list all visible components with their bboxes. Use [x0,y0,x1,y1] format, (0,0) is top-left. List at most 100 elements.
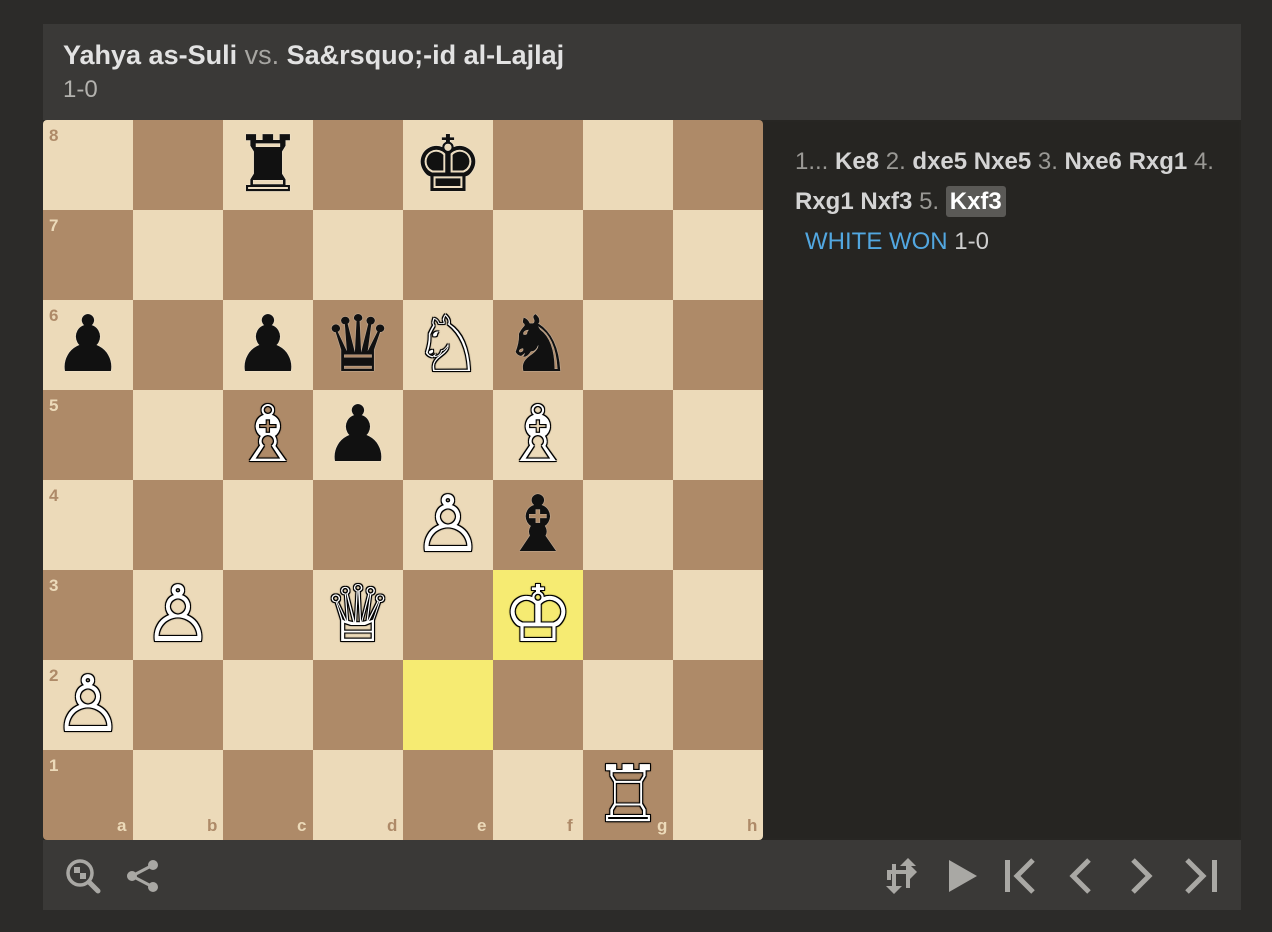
last-move-button[interactable] [1181,856,1221,896]
game-header: Yahya as-Suli vs. Sa&rsquo;-id al-Lajlaj… [43,24,1241,120]
white-knight-e6[interactable]: ♘ [403,300,493,390]
black-queen-d6[interactable]: ♛ [313,300,403,390]
skip-start-icon [1005,858,1035,894]
previous-move-button[interactable] [1061,856,1101,896]
square-g4[interactable] [583,480,673,570]
play-icon [949,860,977,892]
square-f2[interactable] [493,660,583,750]
move-number: 2. [885,148,913,175]
square-e2[interactable] [403,660,493,750]
move-list-panel: 1... Ke8 2. dxe5 Nxe5 3. Nxe6 Rxg1 4. Rx… [765,122,1239,838]
square-d2[interactable] [313,660,403,750]
square-g7[interactable] [583,210,673,300]
game-outcome: WHITE WON 1-0 [795,222,1215,262]
square-h5[interactable] [673,390,763,480]
white-king-f3[interactable]: ♔ [493,570,583,660]
white-bishop-f5[interactable]: ♗ [493,390,583,480]
square-e7[interactable] [403,210,493,300]
square-c1[interactable] [223,750,313,840]
square-g6[interactable] [583,300,673,390]
chevron-left-icon [1069,858,1091,894]
move[interactable]: Nxf3 [860,188,912,215]
square-d8[interactable] [313,120,403,210]
square-b8[interactable] [133,120,223,210]
black-rook-c8[interactable]: ♜ [223,120,313,210]
square-g8[interactable] [583,120,673,210]
white-rook-g1[interactable]: ♖ [583,750,673,840]
square-e1[interactable] [403,750,493,840]
move[interactable]: Nxe6 [1065,148,1122,175]
square-g3[interactable] [583,570,673,660]
move[interactable]: Rxg1 [795,188,854,215]
flip-board-button[interactable] [881,856,921,896]
square-c7[interactable] [223,210,313,300]
square-f7[interactable] [493,210,583,300]
share-button[interactable] [123,856,163,896]
square-d4[interactable] [313,480,403,570]
white-pawn-b3[interactable]: ♙ [133,570,223,660]
move[interactable]: Rxg1 [1129,148,1188,175]
black-bishop-f4[interactable]: ♝ [493,480,583,570]
square-f1[interactable] [493,750,583,840]
chevron-right-icon [1131,858,1153,894]
square-c4[interactable] [223,480,313,570]
move[interactable]: dxe5 [912,148,967,175]
square-e3[interactable] [403,570,493,660]
game-result: 1-0 [63,76,98,103]
next-move-button[interactable] [1121,856,1161,896]
square-d1[interactable] [313,750,403,840]
square-b2[interactable] [133,660,223,750]
square-g5[interactable] [583,390,673,480]
square-f8[interactable] [493,120,583,210]
white-player-name: Yahya as-Suli [63,40,238,70]
move[interactable]: Nxe5 [974,148,1031,175]
move-number: 4. [1193,148,1214,175]
square-b1[interactable] [133,750,223,840]
black-king-e8[interactable]: ♚ [403,120,493,210]
chess-board[interactable]: 8 7 6 5 4 3 2 1 a b c d e f g h ♜ ♚ ♟ ♟ ♛ ♘ ♞ ♗ ♟ ♗ ♙ ♝ ♙ ♕ ♔ ♙ ♖ [43,120,763,840]
square-a4[interactable] [43,480,133,570]
square-g2[interactable] [583,660,673,750]
white-queen-d3[interactable]: ♕ [313,570,403,660]
square-h1[interactable] [673,750,763,840]
square-a8[interactable] [43,120,133,210]
square-a3[interactable] [43,570,133,660]
square-b4[interactable] [133,480,223,570]
square-a5[interactable] [43,390,133,480]
square-h8[interactable] [673,120,763,210]
white-pawn-e4[interactable]: ♙ [403,480,493,570]
square-h3[interactable] [673,570,763,660]
square-b5[interactable] [133,390,223,480]
move-list: 1... Ke8 2. dxe5 Nxe5 3. Nxe6 Rxg1 4. Rx… [795,142,1215,262]
square-h7[interactable] [673,210,763,300]
black-knight-f6[interactable]: ♞ [493,300,583,390]
square-c3[interactable] [223,570,313,660]
square-a7[interactable] [43,210,133,300]
square-b6[interactable] [133,300,223,390]
square-h6[interactable] [673,300,763,390]
first-move-button[interactable] [1001,856,1041,896]
square-d7[interactable] [313,210,403,300]
square-a1[interactable] [43,750,133,840]
square-e5[interactable] [403,390,493,480]
black-pawn-c6[interactable]: ♟ [223,300,313,390]
square-c2[interactable] [223,660,313,750]
flip-icon [886,858,917,894]
move-number: 1... [795,148,836,175]
square-h2[interactable] [673,660,763,750]
move[interactable]: Ke8 [835,148,879,175]
white-pawn-a2[interactable]: ♙ [43,660,133,750]
current-move[interactable]: Kxf3 [945,186,1006,217]
black-pawn-a6[interactable]: ♟ [43,300,133,390]
move-number: 5. [919,188,946,215]
square-h4[interactable] [673,480,763,570]
black-player-name: Sa&rsquo;-id al-Lajlaj [286,40,565,70]
play-button[interactable] [941,856,981,896]
move-text: 1... Ke8 2. dxe5 Nxe5 3. Nxe6 Rxg1 4. Rx… [795,142,1215,222]
skip-end-icon [1185,858,1217,894]
black-pawn-d5[interactable]: ♟ [313,390,403,480]
white-bishop-c5[interactable]: ♗ [223,390,313,480]
analysis-board-button[interactable] [63,856,103,896]
square-b7[interactable] [133,210,223,300]
share-icon [127,860,158,892]
